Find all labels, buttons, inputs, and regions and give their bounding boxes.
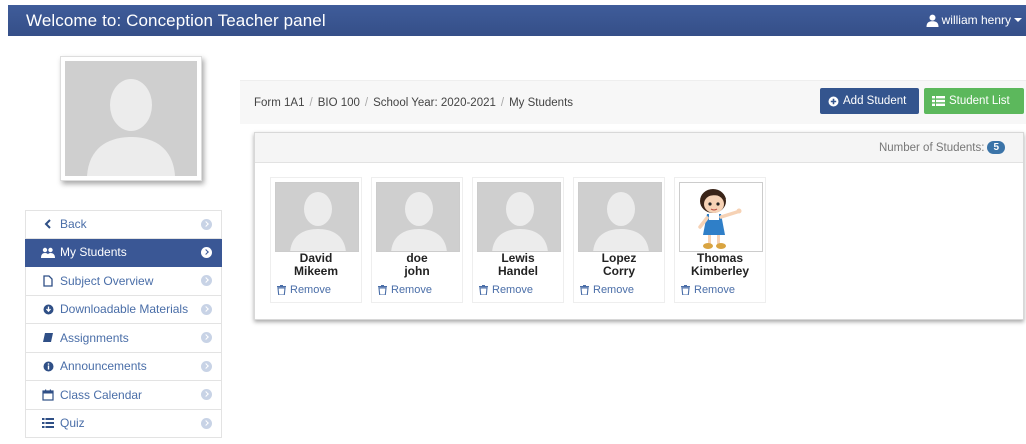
student-count-badge: 5: [987, 141, 1005, 154]
student-photo: [578, 182, 662, 252]
student-photo: [477, 182, 561, 252]
breadcrumb-item[interactable]: Form 1A1: [254, 97, 305, 109]
sidebar-item-class-calendar[interactable]: Class Calendar: [25, 381, 222, 410]
student-last-name: Kimberley: [690, 264, 750, 278]
sidebar-item-my-students[interactable]: My Students: [25, 238, 222, 267]
default-avatar-icon: [276, 183, 358, 251]
profile-photo: [60, 56, 202, 181]
sidebar-item-label: Subject Overview: [60, 273, 154, 288]
breadcrumb: Form 1A1 / BIO 100 / School Year: 2020-2021 /…: [254, 97, 573, 109]
students-panel: Number of Students: 5 David Mikeem Remov…: [254, 132, 1024, 320]
user-icon: [926, 14, 939, 27]
sidebar-item-label: My Students: [60, 245, 127, 260]
sidebar-item-label: Back: [60, 217, 87, 232]
student-last-name: Corry: [602, 264, 635, 278]
breadcrumb-separator: /: [500, 97, 505, 109]
student-card: Thomas Kimberley Remove: [674, 177, 766, 303]
student-list-button[interactable]: Student List: [924, 88, 1024, 114]
remove-label: Remove: [391, 284, 432, 296]
default-avatar-icon: [579, 183, 661, 251]
remove-student-button[interactable]: Remove: [681, 284, 735, 296]
sidebar-item-back[interactable]: Back: [25, 210, 222, 239]
breadcrumb-separator: /: [364, 97, 369, 109]
sidebar-item-subject-overview[interactable]: Subject Overview: [25, 267, 222, 296]
student-last-name: john: [404, 264, 430, 278]
breadcrumb-item[interactable]: School Year: 2020-2021: [373, 97, 496, 109]
chevron-right-circle-icon: [201, 389, 212, 400]
default-avatar-icon: [377, 183, 459, 251]
trash-icon: [681, 285, 690, 295]
default-avatar-icon: [65, 61, 197, 176]
top-navbar: Welcome to: Conception Teacher panel wil…: [8, 5, 1026, 36]
sidebar-item-label: Announcements: [60, 359, 147, 374]
student-card: doe john Remove: [371, 177, 463, 303]
student-last-name: Handel: [497, 264, 538, 278]
user-name: william henry: [941, 13, 1011, 27]
breadcrumb-item[interactable]: BIO 100: [318, 97, 360, 109]
chevron-right-circle-icon: [201, 360, 212, 372]
sidebar-item-assignments[interactable]: Assignments: [25, 324, 222, 353]
remove-label: Remove: [290, 284, 331, 296]
breadcrumb-item-current: My Students: [509, 97, 574, 109]
student-card: Lopez Corry Remove: [573, 177, 665, 303]
remove-label: Remove: [492, 284, 533, 296]
sidebar-item-label: Quiz: [60, 416, 85, 431]
remove-student-button[interactable]: Remove: [580, 284, 634, 296]
sidebar-item-label: Assignments: [60, 330, 129, 345]
chevron-right-circle-icon: [201, 219, 212, 230]
student-photo: [679, 182, 763, 252]
chevron-right-circle-icon: [201, 246, 212, 258]
sidebar-nav: Back My Students Subject Overview Downlo…: [25, 210, 222, 438]
trash-icon: [378, 285, 387, 295]
page-title: Welcome to: Conception Teacher panel: [26, 11, 326, 30]
chevron-right-circle-icon: [201, 332, 212, 343]
breadcrumb-separator: /: [309, 97, 313, 109]
student-list-label: Student List: [949, 95, 1010, 107]
student-last-name: Mikeem: [293, 264, 339, 278]
sidebar-item-quiz[interactable]: Quiz: [25, 409, 222, 438]
sidebar-item-label: Class Calendar: [60, 387, 143, 402]
sidebar-item-announcements[interactable]: Announcements: [25, 352, 222, 381]
chevron-right-circle-icon: [201, 303, 212, 315]
file-icon: [41, 275, 55, 287]
remove-student-button[interactable]: Remove: [277, 284, 331, 296]
student-count-label: Number of Students:: [878, 141, 985, 154]
panel-header: Number of Students: 5: [255, 133, 1023, 163]
cartoon-girl-avatar: [680, 183, 762, 251]
chevron-left-icon: [41, 219, 55, 229]
book-icon: [41, 332, 55, 343]
download-circle-icon: [41, 304, 55, 315]
chevron-right-circle-icon: [201, 275, 212, 286]
calendar-icon: [41, 389, 55, 401]
info-icon: [41, 361, 55, 372]
add-student-label: Add Student: [843, 95, 907, 107]
student-card: Lewis Handel Remove: [472, 177, 564, 303]
chevron-right-circle-icon: [201, 417, 212, 429]
user-menu[interactable]: william henry: [926, 13, 1022, 27]
student-photo: [376, 182, 460, 252]
caret-down-icon: [1014, 18, 1022, 22]
remove-label: Remove: [593, 284, 634, 296]
default-avatar-icon: [478, 183, 560, 251]
add-student-button[interactable]: Add Student: [820, 88, 919, 114]
student-card: David Mikeem Remove: [270, 177, 362, 303]
trash-icon: [277, 285, 286, 295]
student-photo: [275, 182, 359, 252]
sidebar-item-label: Downloadable Materials: [60, 302, 189, 317]
student-count: Number of Students: 5: [879, 141, 1005, 154]
remove-student-button[interactable]: Remove: [479, 284, 533, 296]
remove-label: Remove: [694, 284, 735, 296]
sidebar-item-downloadable-materials[interactable]: Downloadable Materials: [25, 295, 222, 324]
remove-student-button[interactable]: Remove: [378, 284, 432, 296]
trash-icon: [580, 285, 589, 295]
users-icon: [41, 247, 55, 258]
list-icon: [932, 96, 945, 106]
plus-circle-icon: [828, 96, 839, 106]
list-icon: [41, 418, 55, 429]
trash-icon: [479, 285, 488, 295]
